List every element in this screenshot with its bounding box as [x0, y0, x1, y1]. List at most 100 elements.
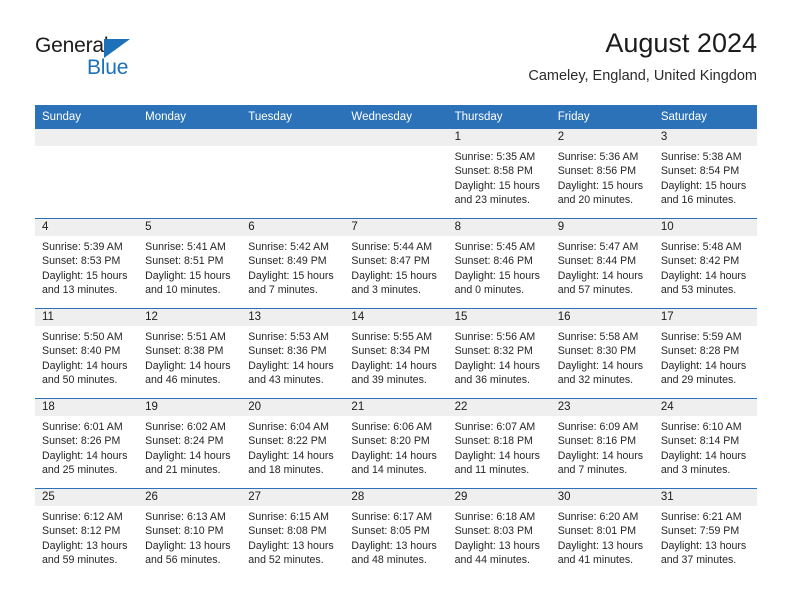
daylight-text-line1: Daylight: 14 hours	[42, 359, 128, 372]
day-number: 16	[550, 309, 654, 326]
calendar-day-cell[interactable]: 1 Sunrise: 5:35 AM Sunset: 8:58 PM Daylight…	[447, 129, 551, 219]
daylight-text-line1: Daylight: 14 hours	[145, 449, 231, 462]
calendar-day-cell[interactable]: 4 Sunrise: 5:39 AM Sunset: 8:53 PM Daylight…	[35, 218, 139, 309]
calendar-day-cell[interactable]: 24 Sunrise: 6:10 AM Sunset: 8:14 PM Dayligh…	[653, 398, 757, 489]
calendar-day-cell[interactable]: 13 Sunrise: 5:53 AM Sunset: 8:36 PM Dayligh…	[241, 308, 345, 399]
day-details: Sunrise: 5:41 AM Sunset: 8:51 PM Daylight:…	[138, 236, 241, 297]
sunset-text: Sunset: 8:28 PM	[660, 345, 740, 358]
daylight-text-line1: Daylight: 14 hours	[42, 449, 128, 462]
calendar-day-cell[interactable]: 3 Sunrise: 5:38 AM Sunset: 8:54 PM Daylight…	[653, 129, 757, 219]
day-number: 15	[447, 309, 551, 326]
calendar-day-cell[interactable]: 30 Sunrise: 6:20 AM Sunset: 8:01 PM Dayligh…	[550, 488, 654, 578]
daylight-text-line1: Daylight: 13 hours	[248, 539, 334, 552]
calendar-day-cell[interactable]: 10 Sunrise: 5:48 AM Sunset: 8:42 PM Dayligh…	[653, 218, 757, 309]
sunset-text: Sunset: 8:42 PM	[660, 255, 740, 268]
sunset-text: Sunset: 8:34 PM	[351, 345, 430, 358]
day-number: 21	[344, 399, 448, 416]
day-details: Sunrise: 5:48 AM Sunset: 8:42 PM Daylight:…	[654, 236, 757, 297]
calendar-day-cell[interactable]: 17 Sunrise: 5:59 AM Sunset: 8:28 PM Dayligh…	[653, 308, 757, 399]
calendar-body: 1 Sunrise: 5:35 AM Sunset: 8:58 PM Daylight…	[35, 129, 757, 578]
logo-text-blue: Blue	[87, 56, 129, 79]
day-number: 20	[241, 399, 345, 416]
calendar-table: Sunday Monday Tuesday Wednesday Thursday…	[35, 105, 757, 578]
calendar-day-cell[interactable]: 7 Sunrise: 5:44 AM Sunset: 8:47 PM Daylight…	[344, 218, 448, 309]
day-details: Sunrise: 5:47 AM Sunset: 8:44 PM Daylight:…	[551, 236, 654, 297]
daylight-text-line1: Daylight: 14 hours	[454, 359, 540, 372]
calendar-day-cell[interactable]: 26 Sunrise: 6:13 AM Sunset: 8:10 PM Dayligh…	[138, 488, 242, 578]
calendar-day-cell[interactable]: 16 Sunrise: 5:58 AM Sunset: 8:30 PM Dayligh…	[550, 308, 654, 399]
calendar-day-cell[interactable]: 15 Sunrise: 5:56 AM Sunset: 8:32 PM Dayligh…	[447, 308, 551, 399]
sunrise-text: Sunrise: 6:01 AM	[42, 421, 123, 433]
calendar-day-cell[interactable]: 25 Sunrise: 6:12 AM Sunset: 8:12 PM Dayligh…	[35, 488, 139, 578]
sunset-text: Sunset: 8:44 PM	[557, 255, 637, 268]
day-number: 17	[653, 309, 757, 326]
weekday-header-friday: Friday	[550, 105, 654, 129]
calendar-day-cell[interactable]: 18 Sunrise: 6:01 AM Sunset: 8:26 PM Dayligh…	[35, 398, 139, 489]
weekday-header-sunday: Sunday	[35, 105, 139, 129]
sunrise-text: Sunrise: 6:09 AM	[557, 421, 639, 433]
sunrise-text: Sunrise: 5:47 AM	[557, 241, 639, 253]
day-details: Sunrise: 5:39 AM Sunset: 8:53 PM Daylight:…	[35, 236, 138, 297]
sunrise-text: Sunrise: 5:41 AM	[145, 241, 226, 253]
calendar-week-row: 11 Sunrise: 5:50 AM Sunset: 8:40 PM Dayligh…	[35, 308, 757, 399]
calendar-day-cell[interactable]: 31 Sunrise: 6:21 AM Sunset: 7:59 PM Dayligh…	[653, 488, 757, 578]
calendar-day-cell[interactable]: 2 Sunrise: 5:36 AM Sunset: 8:56 PM Daylight…	[550, 129, 654, 219]
weekday-header-monday: Monday	[138, 105, 242, 129]
sunset-text: Sunset: 8:12 PM	[42, 525, 121, 538]
daylight-text-line2: and 44 minutes.	[454, 553, 530, 566]
day-number: 10	[653, 219, 757, 236]
sunset-text: Sunset: 8:53 PM	[42, 255, 121, 268]
daylight-text-line2: and 14 minutes.	[351, 463, 427, 476]
calendar-day-cell[interactable]: 22 Sunrise: 6:07 AM Sunset: 8:18 PM Dayligh…	[447, 398, 551, 489]
sunset-text: Sunset: 8:32 PM	[454, 345, 533, 358]
day-number: 25	[35, 489, 139, 506]
daylight-text-line1: Daylight: 14 hours	[660, 449, 747, 462]
page-title: August 2024	[605, 28, 757, 58]
daylight-text-line2: and 7 minutes.	[557, 463, 628, 476]
calendar-day-cell[interactable]: 20 Sunrise: 6:04 AM Sunset: 8:22 PM Dayligh…	[241, 398, 345, 489]
calendar-cell-empty	[138, 129, 242, 219]
sunset-text: Sunset: 8:54 PM	[660, 165, 740, 178]
calendar-day-cell[interactable]: 8 Sunrise: 5:45 AM Sunset: 8:46 PM Daylight…	[447, 218, 551, 309]
page-header: General Blue August 2024 Cameley, Englan…	[35, 26, 757, 98]
calendar-day-cell[interactable]: 19 Sunrise: 6:02 AM Sunset: 8:24 PM Dayligh…	[138, 398, 242, 489]
daylight-text-line2: and 53 minutes.	[660, 283, 737, 296]
sunrise-text: Sunrise: 6:07 AM	[454, 421, 536, 433]
sunset-text: Sunset: 8:24 PM	[145, 435, 224, 448]
daylight-text-line2: and 57 minutes.	[557, 283, 634, 296]
day-details: Sunrise: 6:15 AM Sunset: 8:08 PM Daylight:…	[241, 506, 344, 567]
generalblue-logo: General Blue	[35, 34, 215, 90]
calendar-day-cell[interactable]: 9 Sunrise: 5:47 AM Sunset: 8:44 PM Daylight…	[550, 218, 654, 309]
calendar-day-cell[interactable]: 6 Sunrise: 5:42 AM Sunset: 8:49 PM Daylight…	[241, 218, 345, 309]
calendar-week-row: 1 Sunrise: 5:35 AM Sunset: 8:58 PM Daylight…	[35, 129, 757, 219]
sunset-text: Sunset: 8:40 PM	[42, 345, 121, 358]
sunrise-text: Sunrise: 6:17 AM	[351, 511, 433, 523]
calendar-day-cell[interactable]: 12 Sunrise: 5:51 AM Sunset: 8:38 PM Dayligh…	[138, 308, 242, 399]
daylight-text-line1: Daylight: 15 hours	[454, 179, 540, 192]
daylight-text-line1: Daylight: 13 hours	[557, 539, 644, 552]
calendar-day-cell[interactable]: 14 Sunrise: 5:55 AM Sunset: 8:34 PM Dayligh…	[344, 308, 448, 399]
weekday-header-thursday: Thursday	[447, 105, 551, 129]
day-number: 4	[35, 219, 139, 236]
calendar-day-cell[interactable]: 28 Sunrise: 6:17 AM Sunset: 8:05 PM Dayligh…	[344, 488, 448, 578]
daylight-text-line1: Daylight: 13 hours	[145, 539, 231, 552]
calendar-day-cell[interactable]: 11 Sunrise: 5:50 AM Sunset: 8:40 PM Dayligh…	[35, 308, 139, 399]
daylight-text-line2: and 23 minutes.	[454, 193, 530, 206]
calendar-day-cell[interactable]: 21 Sunrise: 6:06 AM Sunset: 8:20 PM Dayligh…	[344, 398, 448, 489]
daylight-text-line2: and 18 minutes.	[248, 463, 324, 476]
day-number: 30	[550, 489, 654, 506]
day-number: 7	[344, 219, 448, 236]
day-details: Sunrise: 6:07 AM Sunset: 8:18 PM Daylight:…	[448, 416, 551, 477]
day-details: Sunrise: 5:59 AM Sunset: 8:28 PM Daylight:…	[654, 326, 757, 387]
calendar-day-cell[interactable]: 23 Sunrise: 6:09 AM Sunset: 8:16 PM Dayligh…	[550, 398, 654, 489]
daylight-text-line1: Daylight: 15 hours	[351, 269, 437, 282]
day-number: 3	[653, 129, 757, 146]
sunset-text: Sunset: 7:59 PM	[660, 525, 740, 538]
calendar-day-cell[interactable]: 5 Sunrise: 5:41 AM Sunset: 8:51 PM Daylight…	[138, 218, 242, 309]
calendar-day-cell[interactable]: 27 Sunrise: 6:15 AM Sunset: 8:08 PM Dayligh…	[241, 488, 345, 578]
daylight-text-line2: and 39 minutes.	[351, 373, 427, 386]
day-number: 22	[447, 399, 551, 416]
calendar-day-cell[interactable]: 29 Sunrise: 6:18 AM Sunset: 8:03 PM Dayligh…	[447, 488, 551, 578]
sunrise-text: Sunrise: 5:38 AM	[660, 151, 742, 163]
day-details: Sunrise: 6:20 AM Sunset: 8:01 PM Daylight:…	[551, 506, 654, 567]
